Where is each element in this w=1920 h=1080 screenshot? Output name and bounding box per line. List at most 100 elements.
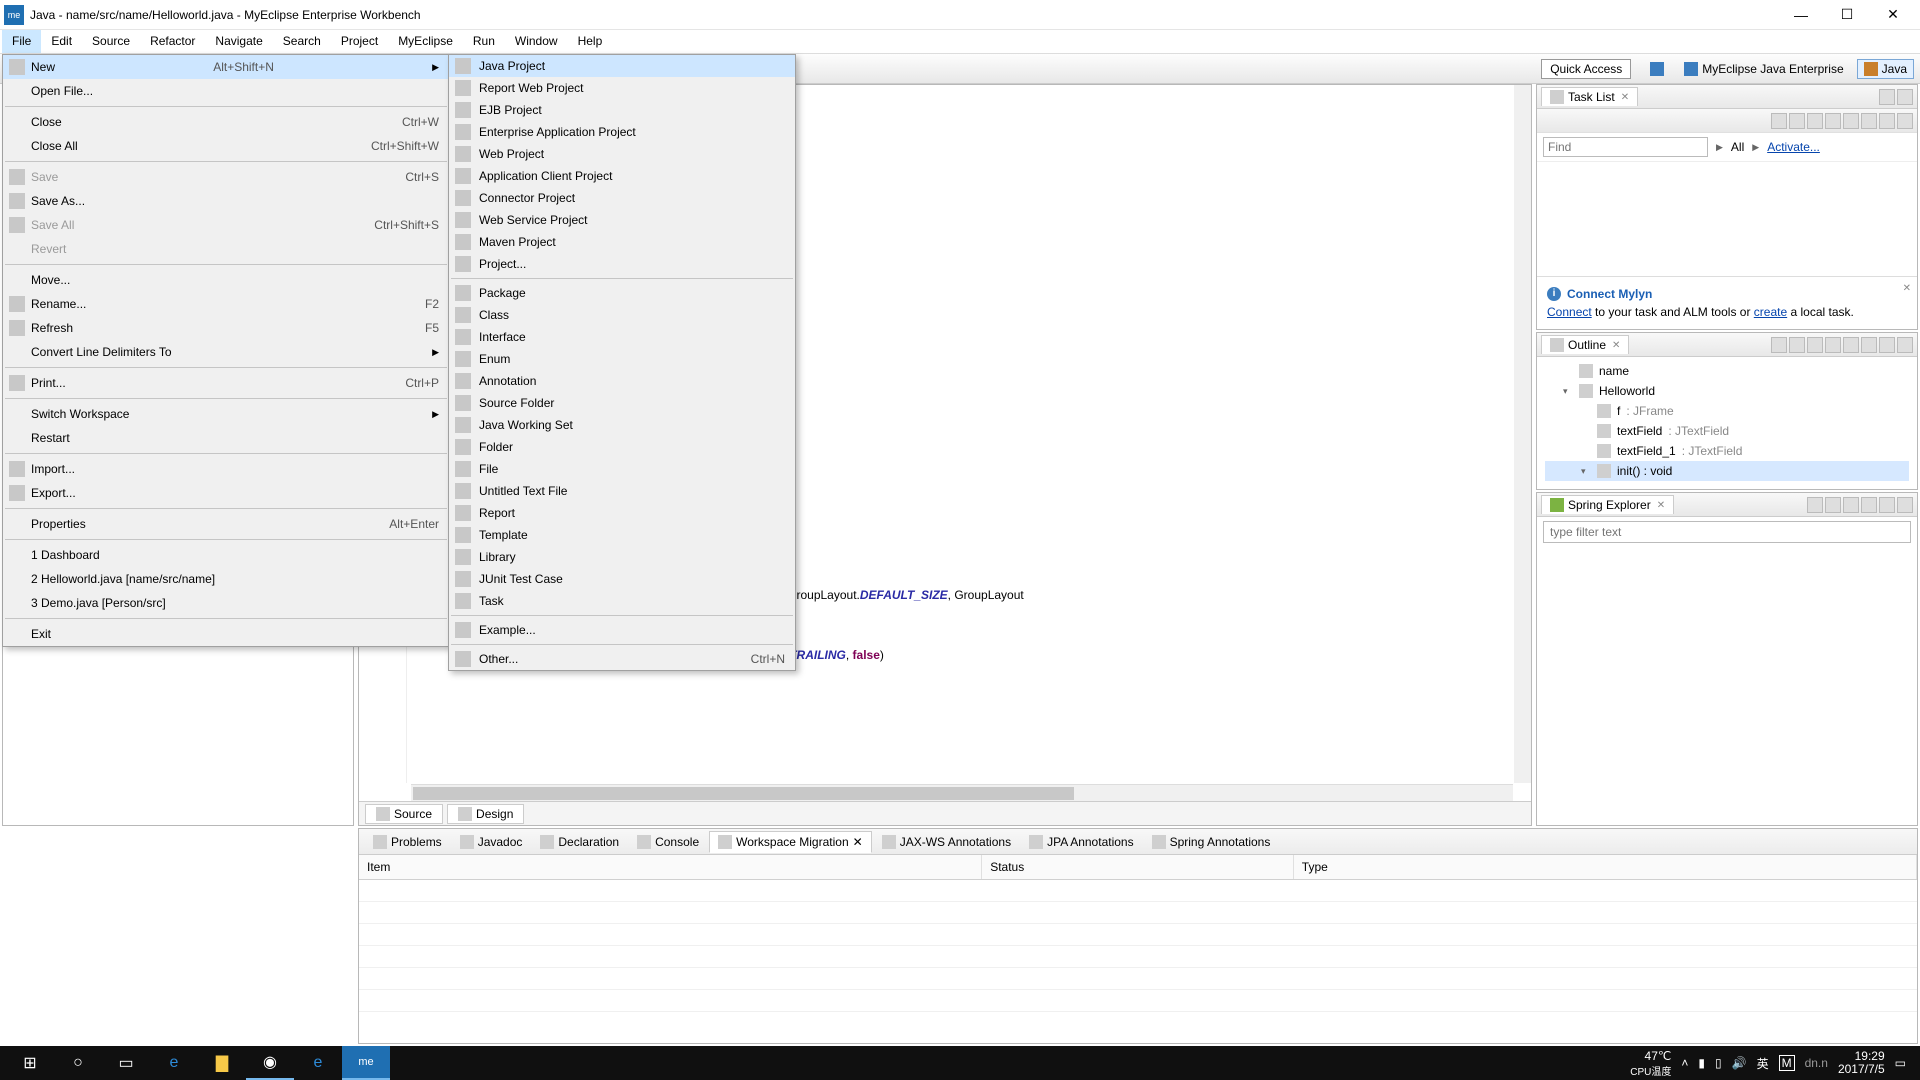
tray-ime-icon[interactable]: 英: [1757, 1055, 1769, 1072]
col-type[interactable]: Type: [1294, 855, 1917, 879]
app-swirl-icon[interactable]: ◉: [246, 1046, 294, 1080]
perspective-myeclipse[interactable]: MyEclipse Java Enterprise: [1677, 59, 1850, 79]
new-untitled-text-file[interactable]: Untitled Text File: [449, 480, 795, 502]
maximize-button[interactable]: ☐: [1824, 0, 1870, 30]
new-report[interactable]: Report: [449, 502, 795, 524]
dropdown-icon[interactable]: [1789, 113, 1805, 129]
close-icon[interactable]: ✕: [1621, 92, 1629, 103]
tray-network-icon[interactable]: ▯: [1715, 1056, 1722, 1070]
outline-tab[interactable]: Outline✕: [1541, 335, 1629, 354]
dropdown-icon[interactable]: [1861, 497, 1877, 513]
filter-all[interactable]: All: [1731, 140, 1744, 154]
filemenu-2-helloworld-java-name-src-name-[interactable]: 2 Helloworld.java [name/src/name]: [3, 567, 449, 591]
collapse-all-icon[interactable]: [1807, 497, 1823, 513]
edge-icon[interactable]: e: [150, 1046, 198, 1080]
bottom-tab-javadoc[interactable]: Javadoc: [452, 832, 531, 852]
new-enum[interactable]: Enum: [449, 348, 795, 370]
new-java-project[interactable]: Java Project: [449, 55, 795, 77]
vertical-scrollbar[interactable]: [1514, 85, 1531, 783]
menu-myeclipse[interactable]: MyEclipse: [388, 30, 463, 53]
outline-tree[interactable]: name▾Helloworldf : JFrametextField : JTe…: [1537, 357, 1917, 485]
menu-window[interactable]: Window: [505, 30, 568, 53]
hide-nonpublic-icon[interactable]: [1825, 337, 1841, 353]
menu-refactor[interactable]: Refactor: [140, 30, 205, 53]
new-other-[interactable]: Other...Ctrl+N: [449, 648, 795, 670]
bottom-tab-problems[interactable]: Problems: [365, 832, 450, 852]
tasklist-tab[interactable]: Task List✕: [1541, 87, 1638, 106]
tray-chevron-icon[interactable]: ˄: [1681, 1056, 1688, 1070]
tray-volume-icon[interactable]: 🔊: [1732, 1056, 1747, 1070]
tab-source[interactable]: Source: [365, 804, 443, 824]
close-icon[interactable]: ✕: [853, 835, 863, 849]
remove-icon[interactable]: [1859, 834, 1875, 850]
explorer-icon[interactable]: ▇: [198, 1046, 246, 1080]
new-annotation[interactable]: Annotation: [449, 370, 795, 392]
new-package[interactable]: Package: [449, 282, 795, 304]
maximize-view-icon[interactable]: [1897, 497, 1913, 513]
new-web-service-project[interactable]: Web Service Project: [449, 209, 795, 231]
filemenu-new[interactable]: NewAlt+Shift+N▶: [3, 55, 449, 79]
bottom-tab-console[interactable]: Console: [629, 832, 707, 852]
cortana-button[interactable]: ○: [54, 1046, 102, 1080]
tree-toggle-icon[interactable]: ▾: [1563, 381, 1573, 401]
link-editor-icon[interactable]: [1861, 337, 1877, 353]
col-item[interactable]: Item: [359, 855, 982, 879]
col-status[interactable]: Status: [982, 855, 1294, 879]
filemenu-save[interactable]: SaveCtrl+S: [3, 165, 449, 189]
myeclipse-taskbar-icon[interactable]: me: [342, 1046, 390, 1080]
filemenu-print-[interactable]: Print...Ctrl+P: [3, 371, 449, 395]
menu-source[interactable]: Source: [82, 30, 140, 53]
filemenu-refresh[interactable]: RefreshF5: [3, 316, 449, 340]
connect-link[interactable]: Connect: [1547, 305, 1592, 319]
new-application-client-project[interactable]: Application Client Project: [449, 165, 795, 187]
start-button[interactable]: ⊞: [6, 1046, 54, 1080]
collapse-icon[interactable]: [1861, 113, 1877, 129]
close-icon[interactable]: ✕: [1612, 340, 1620, 351]
link-icon[interactable]: [1825, 497, 1841, 513]
outline-row[interactable]: textField : JTextField: [1545, 421, 1909, 441]
bottom-tab-jax-ws-annotations[interactable]: JAX-WS Annotations: [874, 832, 1019, 852]
temperature-widget[interactable]: 47℃ CPU温度: [1630, 1049, 1671, 1078]
new-maven-project[interactable]: Maven Project: [449, 231, 795, 253]
activate-link[interactable]: Activate...: [1767, 140, 1820, 154]
minimize-view-icon[interactable]: [1879, 337, 1895, 353]
filemenu-open-file-[interactable]: Open File...: [3, 79, 449, 103]
create-link[interactable]: create: [1754, 305, 1787, 319]
categorize-icon[interactable]: [1807, 113, 1823, 129]
menu-edit[interactable]: Edit: [41, 30, 82, 53]
filemenu-3-demo-java-person-src-[interactable]: 3 Demo.java [Person/src]: [3, 591, 449, 615]
new-web-project[interactable]: Web Project: [449, 143, 795, 165]
filemenu-export-[interactable]: Export...: [3, 481, 449, 505]
refresh-icon[interactable]: [1823, 834, 1839, 850]
new-example-[interactable]: Example...: [449, 619, 795, 641]
new-ejb-project[interactable]: EJB Project: [449, 99, 795, 121]
outline-row[interactable]: ▾init() : void: [1545, 461, 1909, 481]
filemenu-convert-line-delimiters-to[interactable]: Convert Line Delimiters To▶: [3, 340, 449, 364]
new-task-icon[interactable]: [1771, 113, 1787, 129]
menu-navigate[interactable]: Navigate: [205, 30, 272, 53]
new-project-[interactable]: Project...: [449, 253, 795, 275]
close-panel-icon[interactable]: ✕: [1903, 281, 1911, 296]
filemenu-close[interactable]: CloseCtrl+W: [3, 110, 449, 134]
focus-icon[interactable]: [1843, 113, 1859, 129]
new-class[interactable]: Class: [449, 304, 795, 326]
bottom-tab-declaration[interactable]: Declaration: [532, 832, 627, 852]
filemenu-rename-[interactable]: Rename...F2: [3, 292, 449, 316]
quick-access[interactable]: Quick Access: [1541, 59, 1631, 79]
notifications-icon[interactable]: ▭: [1895, 1056, 1906, 1070]
minimize-view-icon[interactable]: [1879, 497, 1895, 513]
task-find-input[interactable]: [1543, 137, 1708, 157]
filemenu-exit[interactable]: Exit: [3, 622, 449, 646]
clock[interactable]: 19:29 2017/7/5: [1838, 1050, 1885, 1076]
hide-local-icon[interactable]: [1843, 337, 1859, 353]
maximize-view-icon[interactable]: [1897, 89, 1913, 105]
spring-filter-input[interactable]: [1543, 521, 1911, 543]
new-template[interactable]: Template: [449, 524, 795, 546]
bottom-tab-spring-annotations[interactable]: Spring Annotations: [1144, 832, 1279, 852]
close-button[interactable]: ✕: [1870, 0, 1916, 30]
maximize-view-icon[interactable]: [1895, 834, 1911, 850]
minimize-view-icon[interactable]: [1879, 89, 1895, 105]
spring-tab[interactable]: Spring Explorer✕: [1541, 495, 1674, 514]
tray-battery-icon[interactable]: ▮: [1698, 1056, 1705, 1070]
stop-icon[interactable]: [1841, 834, 1857, 850]
